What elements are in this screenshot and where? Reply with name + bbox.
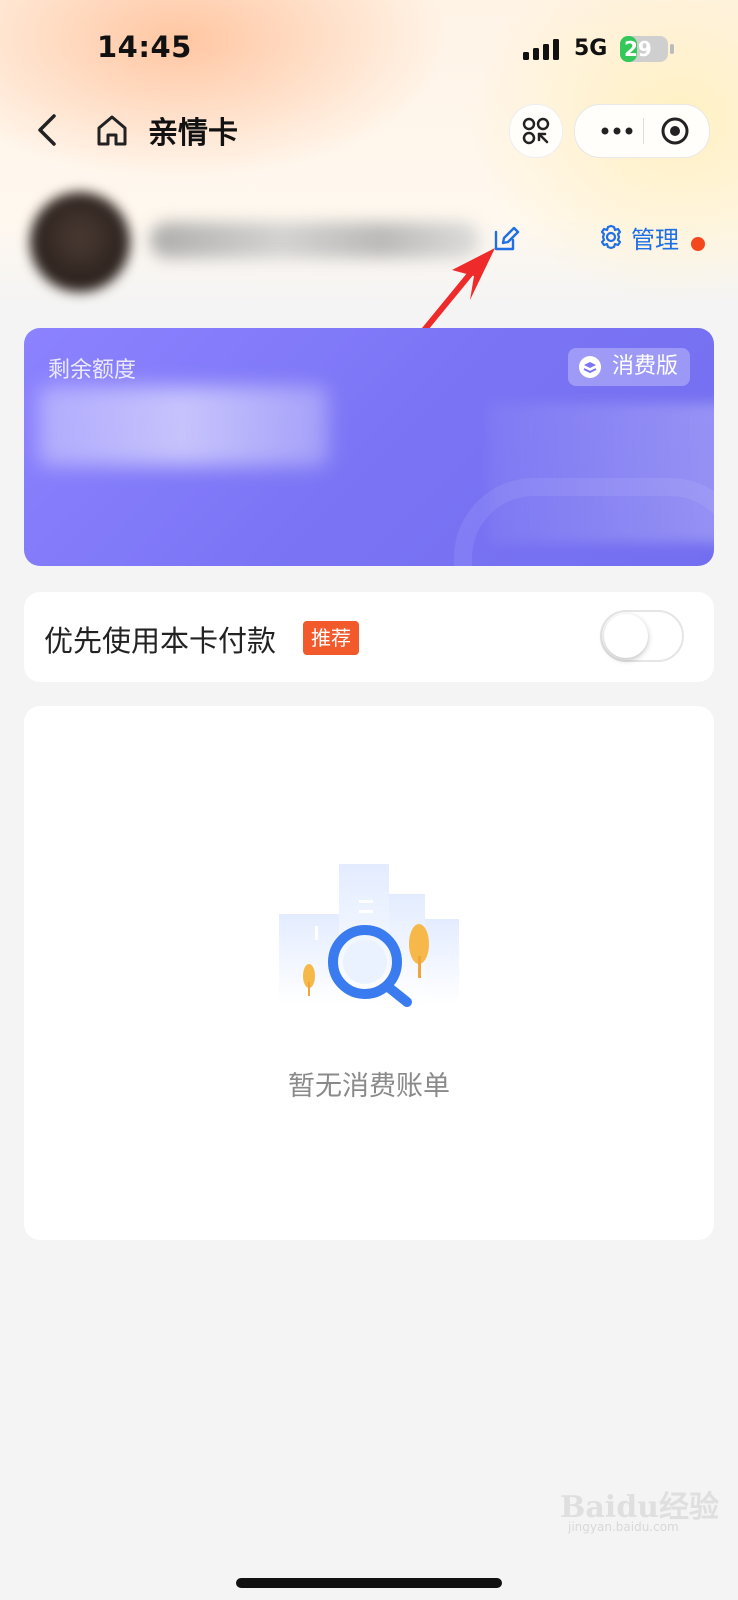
page-title: 亲情卡 [148,116,238,151]
empty-search-illustration [279,864,459,1007]
version-badge: 消费版 [567,348,690,386]
mini-program-capsule [574,104,710,158]
scan-icon [522,117,550,145]
signal-icon [523,39,559,60]
member-name-blurred [150,222,480,258]
battery-tip [670,44,674,54]
battery-icon: 29 [620,36,668,62]
nav-bar: 亲情卡 [0,100,738,160]
recommend-tag: 推荐 [303,621,359,655]
status-bar: 14:45 5G 29 [0,0,738,100]
back-icon[interactable] [30,108,66,152]
quota-card[interactable]: 剩余额度 消费版 [24,328,714,566]
network-type: 5G [574,36,608,61]
avatar [30,192,130,292]
watermark-sub: jingyan.baidu.com [568,1520,679,1534]
pay-preference-label: 优先使用本卡付款 [44,624,277,658]
watermark: Baidu经验 jingyan.baidu.com [560,1482,720,1542]
notification-dot [691,237,705,251]
home-indicator [236,1578,502,1588]
scan-button[interactable] [509,104,563,158]
manage-label: 管理 [631,226,679,254]
status-time: 14:45 [97,30,192,64]
gear-icon [600,224,622,250]
battery-percent: 29 [624,37,652,61]
bills-card: 暂无消费账单 [24,706,714,1240]
pay-preference-row: 优先使用本卡付款 推荐 [24,592,714,682]
layers-icon [578,356,601,378]
close-mini-program-icon[interactable] [653,105,703,157]
empty-bills-text: 暂无消费账单 [288,1071,450,1102]
quota-amount-blurred [38,386,328,466]
pay-preference-toggle[interactable] [600,610,684,662]
quota-label: 剩余额度 [48,358,137,383]
profile-row: 管理 [0,180,738,300]
quota-details-blurred [489,403,714,543]
version-badge-label: 消费版 [611,354,678,379]
capsule-divider [643,118,644,144]
home-icon[interactable] [93,110,131,150]
edit-icon[interactable] [490,223,522,255]
more-icon[interactable] [593,105,641,157]
toggle-knob [604,614,648,658]
